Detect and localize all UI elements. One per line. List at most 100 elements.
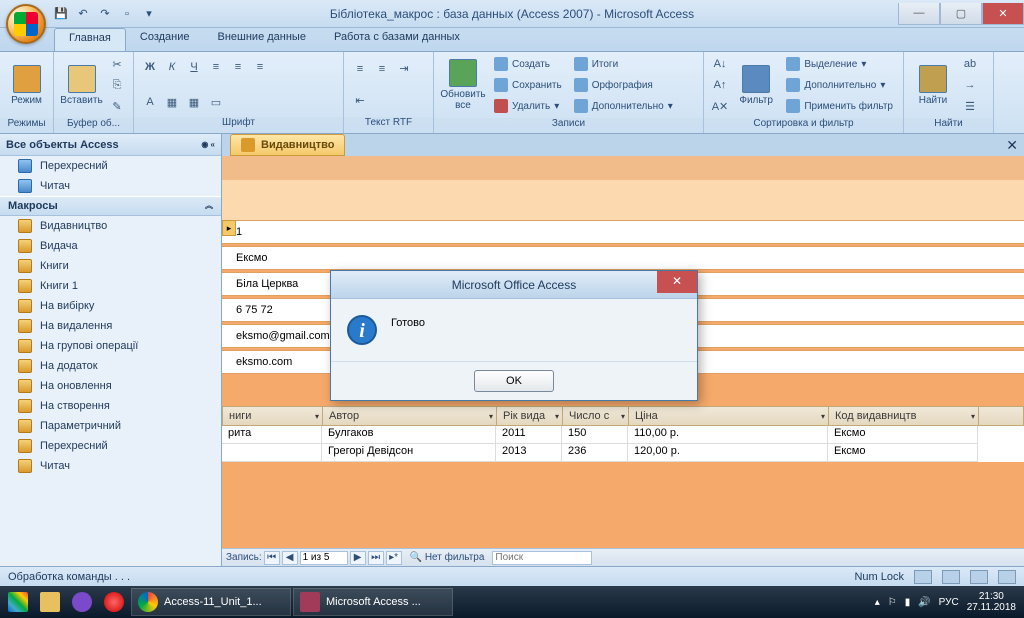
view-form-button[interactable] — [914, 570, 932, 584]
undo-icon[interactable]: ↶ — [74, 5, 92, 23]
tray-battery-icon[interactable]: ▮ — [905, 597, 911, 608]
grid-icon[interactable]: ▦ — [184, 92, 204, 112]
tray-up-icon[interactable]: ▴ — [875, 597, 880, 608]
column-header[interactable]: Число с▾ — [563, 407, 629, 425]
tray-lang[interactable]: РУС — [939, 597, 959, 608]
brush-icon[interactable]: ✎ — [107, 96, 127, 116]
outdent-icon[interactable]: ⇤ — [350, 90, 370, 110]
cut-icon[interactable]: ✂ — [107, 54, 127, 74]
more-button[interactable]: Дополнительно ▾ — [570, 96, 677, 116]
paste-button[interactable]: Вставить — [60, 54, 103, 116]
first-record-button[interactable]: ⏮ — [264, 551, 280, 565]
totals-button[interactable]: Итоги — [570, 54, 677, 74]
nav-macro-item[interactable]: Читач — [0, 456, 221, 476]
save-record-button[interactable]: Сохранить — [490, 75, 566, 95]
refresh-button[interactable]: Обновить все — [440, 54, 486, 116]
redo-icon[interactable]: ↷ — [96, 5, 114, 23]
view-layout-button[interactable] — [970, 570, 988, 584]
copy-icon[interactable]: ⎘ — [107, 75, 127, 95]
tab-external[interactable]: Внешние данные — [204, 28, 320, 51]
column-header[interactable]: Рік вида▾ — [497, 407, 563, 425]
nav-table-item[interactable]: Перехресний — [0, 156, 221, 176]
tab-create[interactable]: Создание — [126, 28, 204, 51]
explorer-icon[interactable] — [34, 588, 66, 616]
fill-color-icon[interactable]: ▦ — [162, 92, 182, 112]
spelling-button[interactable]: Орфография — [570, 75, 677, 95]
save-icon[interactable]: 💾 — [52, 5, 70, 23]
italic-icon[interactable]: К — [162, 57, 182, 77]
close-form-button[interactable]: ✕ — [1006, 137, 1018, 154]
ok-button[interactable]: OK — [474, 370, 554, 392]
replace-icon[interactable]: ab — [960, 54, 980, 74]
opera-icon[interactable] — [98, 588, 130, 616]
nav-macro-item[interactable]: На оновлення — [0, 376, 221, 396]
view-button[interactable]: Режим — [6, 54, 47, 116]
apply-filter-button[interactable]: Применить фильтр — [782, 96, 897, 116]
nav-macro-item[interactable]: Видача — [0, 236, 221, 256]
view-design-button[interactable] — [998, 570, 1016, 584]
align-center-icon[interactable]: ≡ — [228, 57, 248, 77]
start-button[interactable] — [2, 588, 34, 616]
nav-macro-item[interactable]: Параметричний — [0, 416, 221, 436]
bold-icon[interactable]: Ж — [140, 57, 160, 77]
tray-action-icon[interactable]: ⚐ — [888, 597, 897, 608]
nav-macro-item[interactable]: На групові операції — [0, 336, 221, 356]
advanced-button[interactable]: Дополнительно ▾ — [782, 75, 897, 95]
record-position[interactable] — [300, 551, 348, 565]
nav-category-macros[interactable]: Макросы︽ — [0, 196, 221, 216]
nav-table-item[interactable]: Читач — [0, 176, 221, 196]
nav-macro-item[interactable]: На видалення — [0, 316, 221, 336]
office-button[interactable] — [6, 4, 46, 44]
underline-icon[interactable]: Ч — [184, 57, 204, 77]
nav-header[interactable]: Все объекты Access◉ « — [0, 134, 221, 156]
nav-macro-item[interactable]: На додаток — [0, 356, 221, 376]
prev-record-button[interactable]: ◀ — [282, 551, 298, 565]
goto-icon[interactable]: → — [960, 75, 980, 95]
nav-macro-item[interactable]: Перехресний — [0, 436, 221, 456]
viber-icon[interactable] — [66, 588, 98, 616]
last-record-button[interactable]: ⏭ — [368, 551, 384, 565]
column-header[interactable]: ниги▾ — [223, 407, 323, 425]
align-right-icon[interactable]: ≡ — [250, 57, 270, 77]
tab-home[interactable]: Главная — [54, 28, 126, 51]
column-header[interactable]: Код видавництв▾ — [829, 407, 979, 425]
numlist-icon[interactable]: ≡ — [372, 59, 392, 79]
next-record-button[interactable]: ▶ — [350, 551, 366, 565]
nav-macro-item[interactable]: Видавництво — [0, 216, 221, 236]
sort-desc-icon[interactable]: A↑ — [710, 75, 730, 95]
qat-more-icon[interactable]: ▾ — [140, 5, 158, 23]
nav-macro-item[interactable]: На вибірку — [0, 296, 221, 316]
select-icon[interactable]: ☰ — [960, 96, 980, 116]
list-icon[interactable]: ≡ — [350, 59, 370, 79]
table-row[interactable]: Грегорі Девідсон2013236120,00 р.Ексмо — [222, 444, 1024, 462]
column-header[interactable]: Ціна▾ — [629, 407, 829, 425]
maximize-button[interactable]: ▢ — [940, 3, 982, 25]
filter-button[interactable]: Фильтр — [734, 54, 778, 116]
column-header[interactable]: Автор▾ — [323, 407, 497, 425]
align-left-icon[interactable]: ≡ — [206, 57, 226, 77]
form-tab[interactable]: Видавництво — [230, 134, 345, 156]
taskbar-app-access[interactable]: Microsoft Access ... — [293, 588, 453, 616]
view-datasheet-button[interactable] — [942, 570, 960, 584]
record-selector[interactable]: ▸ — [222, 220, 236, 236]
sort-asc-icon[interactable]: A↓ — [710, 54, 730, 74]
taskbar-app-chrome[interactable]: Access-11_Unit_1... — [131, 588, 291, 616]
clear-sort-icon[interactable]: A✕ — [710, 96, 730, 116]
find-button[interactable]: Найти — [910, 54, 956, 116]
new-record-button[interactable]: Создать — [490, 54, 566, 74]
font-color-icon[interactable]: A — [140, 92, 160, 112]
nav-macro-item[interactable]: Книги — [0, 256, 221, 276]
indent-icon[interactable]: ⇥ — [394, 59, 414, 79]
minimize-button[interactable]: — — [898, 3, 940, 25]
tray-volume-icon[interactable]: 🔊 — [918, 597, 930, 608]
dialog-close-button[interactable]: ✕ — [657, 271, 697, 293]
nav-macro-item[interactable]: На створення — [0, 396, 221, 416]
qat-icon[interactable]: ▫ — [118, 5, 136, 23]
search-input[interactable] — [492, 551, 592, 565]
table-row[interactable]: ритаБулгаков2011150110,00 р.Ексмо — [222, 426, 1024, 444]
border-icon[interactable]: ▭ — [206, 92, 226, 112]
tab-dbtools[interactable]: Работа с базами данных — [320, 28, 474, 51]
selection-button[interactable]: Выделение ▾ — [782, 54, 897, 74]
new-record-nav-button[interactable]: ▸* — [386, 551, 402, 565]
close-button[interactable]: ✕ — [982, 3, 1024, 25]
